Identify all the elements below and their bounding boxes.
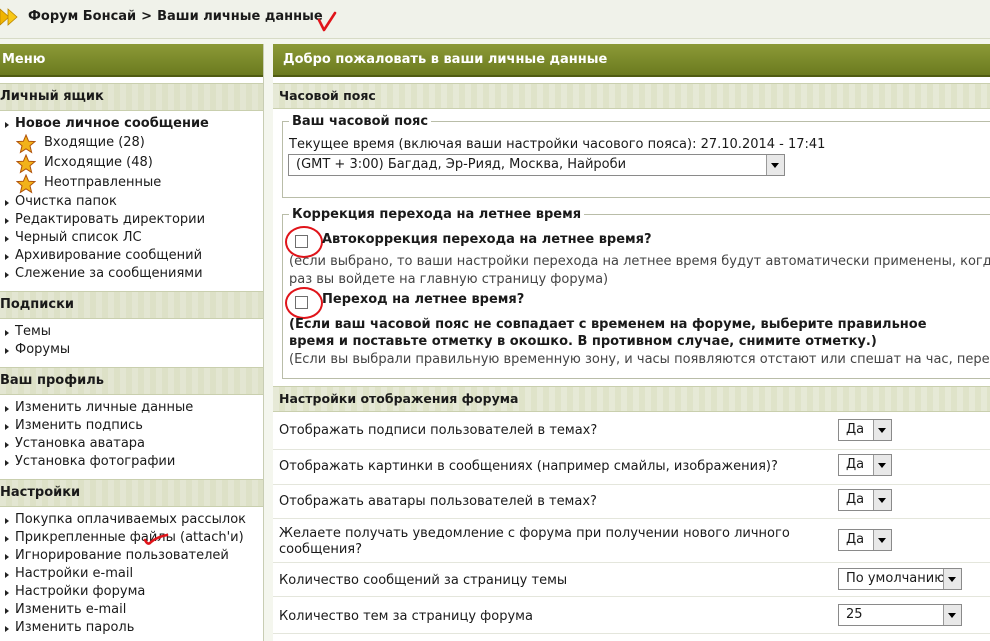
sidebar-item-forum-settings[interactable]: Настройки форума bbox=[0, 583, 263, 601]
sidebar-item-unsent[interactable]: Неотправленные bbox=[0, 173, 263, 194]
sidebar-item-forums[interactable]: Форумы bbox=[0, 341, 263, 359]
sidebar-title: Меню bbox=[0, 44, 263, 77]
highlight-circle-annotation bbox=[285, 287, 323, 319]
sidebar-item-attachments[interactable]: Прикрепленные файлы (attach'и) bbox=[0, 529, 263, 547]
breadcrumb-separator: > bbox=[141, 9, 153, 24]
checkmark-annotation bbox=[143, 533, 169, 545]
timezone-select[interactable]: (GMT + 3:00) Багдад, Эр-Рияд, Москва, На… bbox=[288, 154, 785, 176]
chevron-down-icon[interactable] bbox=[943, 605, 961, 625]
sidebar-section-subscriptions: Подписки bbox=[0, 291, 263, 319]
row-divider bbox=[273, 633, 990, 634]
checkmark-annotation bbox=[317, 11, 337, 32]
sidebar-section-profile: Ваш профиль bbox=[0, 367, 263, 395]
chevron-down-icon[interactable] bbox=[873, 455, 891, 475]
select-value: Да bbox=[846, 492, 865, 507]
row-divider bbox=[273, 596, 990, 597]
breadcrumb: Форум Бонсай > Ваши личные данные bbox=[28, 9, 323, 24]
sidebar-item-archive[interactable]: Архивирование сообщений bbox=[0, 247, 263, 265]
star-icon bbox=[16, 154, 36, 174]
row-divider bbox=[273, 562, 990, 563]
star-icon bbox=[16, 134, 36, 154]
breadcrumb-forum-link[interactable]: Форум Бонсай bbox=[28, 9, 136, 24]
current-time-text: Текущее время (включая ваши настройки ча… bbox=[289, 137, 826, 152]
sidebar-item-ignore-users[interactable]: Игнорирование пользователей bbox=[0, 547, 263, 565]
sidebar-item-avatar[interactable]: Установка аватара bbox=[0, 435, 263, 453]
breadcrumb-bar: Форум Бонсай > Ваши личные данные bbox=[0, 0, 990, 39]
sidebar-item-inbox[interactable]: Входящие (28) bbox=[0, 133, 263, 154]
chevron-down-icon[interactable] bbox=[873, 490, 891, 510]
row-divider bbox=[273, 518, 990, 519]
setting-label-pm-notify: Желаете получать уведомление с форума пр… bbox=[279, 526, 790, 541]
dst-note-line1: (Если ваш часовой пояс не совпадает с вр… bbox=[289, 317, 927, 332]
dst-note-line2: время и поставьте отметку в окошко. В пр… bbox=[289, 334, 877, 349]
select-value: Да bbox=[846, 422, 865, 437]
dst-label: Переход на летнее время? bbox=[322, 292, 525, 307]
select-value: Да bbox=[846, 532, 865, 547]
setting-label-avatars: Отображать аватары пользователей в темах… bbox=[279, 494, 597, 509]
auto-dst-hint-2: раз вы войдете на главную страницу форум… bbox=[289, 272, 609, 287]
sidebar-item-edit-profile[interactable]: Изменить личные данные bbox=[0, 399, 263, 417]
chevron-down-icon[interactable] bbox=[766, 155, 784, 175]
topics-per-page-select[interactable]: 25 bbox=[838, 604, 962, 626]
page-title: Добро пожаловать в ваши личные данные bbox=[273, 44, 990, 77]
sidebar-item-change-email[interactable]: Изменить e-mail bbox=[0, 601, 263, 619]
auto-dst-hint: (если выбрано, то ваши настройки переход… bbox=[289, 254, 990, 269]
setting-label-posts-per-page: Количество сообщений за страницу темы bbox=[279, 573, 568, 588]
sidebar-section-settings: Настройки bbox=[0, 479, 263, 507]
sidebar: Меню Личный ящик Новое личное сообщение … bbox=[0, 44, 264, 641]
setting-label-images: Отображать картинки в сообщениях (наприм… bbox=[279, 459, 778, 474]
sidebar-item-photo[interactable]: Установка фотографии bbox=[0, 453, 263, 471]
sidebar-item-clean-folders[interactable]: Очистка папок bbox=[0, 193, 263, 211]
sidebar-item-label: Неотправленные bbox=[44, 175, 162, 190]
double-arrow-icon bbox=[0, 8, 18, 26]
star-icon bbox=[16, 174, 36, 194]
chevron-down-icon[interactable] bbox=[873, 530, 891, 550]
select-value: Да bbox=[846, 457, 865, 472]
sidebar-item-edit-folders[interactable]: Редактировать директории bbox=[0, 211, 263, 229]
setting-label-topics-per-page: Количество тем за страницу форума bbox=[279, 609, 533, 624]
sidebar-item-tracking[interactable]: Слежение за сообщениями bbox=[0, 265, 263, 283]
posts-per-page-select[interactable]: По умолчанию bbox=[838, 568, 962, 590]
sidebar-item-label: Входящие (28) bbox=[44, 135, 145, 150]
select-value: По умолчанию bbox=[846, 571, 946, 586]
sidebar-section-inbox: Личный ящик bbox=[0, 83, 263, 111]
section-display-settings: Настройки отображения форума bbox=[273, 386, 990, 412]
timezone-legend: Ваш часовой пояс bbox=[292, 114, 429, 129]
dst-legend: Коррекция перехода на летнее время bbox=[292, 207, 582, 222]
sidebar-item-label: Исходящие (48) bbox=[44, 155, 153, 170]
sidebar-item-email-settings[interactable]: Настройки e-mail bbox=[0, 565, 263, 583]
dst-hint: (Если вы выбрали правильную временную зо… bbox=[289, 352, 990, 367]
images-select[interactable]: Да bbox=[838, 454, 892, 476]
sidebar-item-outbox[interactable]: Исходящие (48) bbox=[0, 153, 263, 174]
sidebar-item-change-password[interactable]: Изменить пароль bbox=[0, 619, 263, 637]
row-divider bbox=[273, 449, 990, 450]
sidebar-item-topics[interactable]: Темы bbox=[0, 323, 263, 341]
setting-label-signatures: Отображать подписи пользователей в темах… bbox=[279, 423, 598, 438]
auto-dst-label: Автокоррекция перехода на летнее время? bbox=[322, 232, 652, 247]
avatars-select[interactable]: Да bbox=[838, 489, 892, 511]
chevron-down-icon[interactable] bbox=[873, 420, 891, 440]
breadcrumb-current: Ваши личные данные bbox=[157, 9, 323, 24]
signatures-select[interactable]: Да bbox=[838, 419, 892, 441]
section-timezone: Часовой пояс bbox=[273, 83, 990, 109]
timezone-select-value: (GMT + 3:00) Багдад, Эр-Рияд, Москва, На… bbox=[296, 157, 627, 172]
setting-label-pm-notify-2: сообщения? bbox=[279, 542, 362, 557]
main-panel: Добро пожаловать в ваши личные данные Ча… bbox=[273, 44, 990, 641]
row-divider bbox=[273, 484, 990, 485]
sidebar-item-new-message[interactable]: Новое личное сообщение bbox=[0, 115, 263, 133]
sidebar-item-blacklist[interactable]: Черный список ЛС bbox=[0, 229, 263, 247]
chevron-down-icon[interactable] bbox=[943, 569, 961, 589]
sidebar-item-paid-subscriptions[interactable]: Покупка оплачиваемых рассылок bbox=[0, 511, 263, 529]
sidebar-item-edit-signature[interactable]: Изменить подпись bbox=[0, 417, 263, 435]
select-value: 25 bbox=[846, 607, 863, 622]
pm-notify-select[interactable]: Да bbox=[838, 529, 892, 551]
